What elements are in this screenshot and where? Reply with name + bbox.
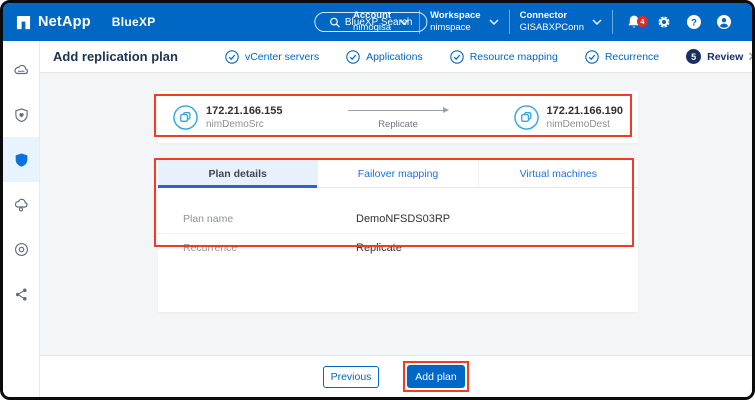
search-icon: [329, 17, 340, 28]
extensions-icon: [14, 287, 29, 302]
user-icon: [716, 14, 732, 30]
help-icon: ?: [686, 14, 702, 30]
wizard-header: Add replication plan vCenter servers App…: [40, 41, 752, 73]
gear-icon: [656, 14, 672, 30]
app-window: NetApp BlueXP BlueXP Search Account nimo…: [0, 0, 755, 400]
destination-name: nimDemoDest: [547, 119, 623, 130]
mobility-icon: [13, 197, 29, 213]
search-label: BlueXP Search: [345, 17, 413, 28]
plan-details-rows: Plan name DemoNFSDS03RP Recurrence Repli…: [158, 204, 638, 262]
governance-icon: [14, 242, 29, 257]
svg-text:?: ?: [691, 17, 697, 28]
add-plan-button[interactable]: Add plan: [407, 365, 465, 388]
check-circle-icon: [346, 50, 360, 64]
tab-virtual-machines[interactable]: Virtual machines: [479, 160, 638, 187]
health-icon: [14, 107, 29, 123]
annotation-box-add-plan: Add plan: [403, 361, 469, 392]
brand: NetApp BlueXP: [16, 14, 156, 30]
step-vcenter-servers[interactable]: vCenter servers: [225, 50, 319, 64]
left-sidebar: [3, 41, 40, 397]
tab-failover-mapping[interactable]: Failover mapping: [318, 160, 478, 187]
step-review[interactable]: 5 Review: [686, 49, 743, 64]
user-button[interactable]: [709, 14, 739, 30]
source-node: 172.21.166.155 nimDemoSrc: [173, 105, 282, 130]
replicate-arrow: Replicate: [282, 104, 513, 130]
recurrence-value: Replicate: [356, 242, 402, 254]
sidebar-item-governance[interactable]: [3, 227, 39, 272]
step-resource-mapping[interactable]: Resource mapping: [450, 50, 558, 64]
notification-badge: 4: [637, 16, 648, 27]
notifications-button[interactable]: 4: [619, 14, 649, 30]
recurrence-label: Recurrence: [183, 242, 356, 254]
tab-plan-details[interactable]: Plan details: [158, 160, 318, 187]
workspace-menu[interactable]: Workspace nimspace: [420, 10, 509, 34]
source-ip: 172.21.166.155: [206, 105, 282, 117]
sidebar-item-extensions[interactable]: [3, 272, 39, 317]
divider: [612, 10, 613, 34]
connector-menu[interactable]: Connector GISABXPConn: [510, 10, 612, 34]
help-button[interactable]: ?: [679, 14, 709, 30]
close-icon[interactable]: ✕: [743, 47, 755, 67]
check-circle-icon: [585, 50, 599, 64]
plan-name-value: DemoNFSDS03RP: [356, 213, 450, 225]
protection-shield-icon: [14, 152, 29, 168]
netapp-logo-icon: [16, 15, 31, 30]
sidebar-item-protection[interactable]: [3, 137, 39, 182]
recurrence-row: Recurrence Replicate: [158, 233, 628, 262]
sidebar-item-mobility[interactable]: [3, 182, 39, 227]
check-circle-icon: [225, 50, 239, 64]
settings-button[interactable]: [649, 14, 679, 30]
plan-name-label: Plan name: [183, 213, 356, 225]
brand-name: NetApp: [38, 14, 91, 30]
chevron-down-icon: [489, 19, 499, 25]
destination-node: 172.21.166.190 nimDemoDest: [514, 105, 623, 130]
arrow-icon: [348, 110, 448, 111]
step-applications[interactable]: Applications: [346, 50, 423, 64]
vcenter-icon: [173, 105, 198, 130]
destination-ip: 172.21.166.190: [547, 105, 623, 117]
review-tabs: Plan details Failover mapping Virtual ma…: [158, 160, 638, 188]
product-name: BlueXP: [112, 15, 156, 29]
review-panel: Plan details Failover mapping Virtual ma…: [158, 160, 638, 312]
wizard-steps: vCenter servers Applications Resource ma…: [225, 49, 743, 64]
vcenter-icon: [514, 105, 539, 130]
step-number-badge: 5: [686, 49, 701, 64]
step-recurrence[interactable]: Recurrence: [585, 50, 659, 64]
plan-name-row: Plan name DemoNFSDS03RP: [158, 204, 628, 233]
sidebar-item-health[interactable]: [3, 92, 39, 137]
replication-diagram: 172.21.166.155 nimDemoSrc Replicate 172.…: [158, 91, 638, 143]
page-title: Add replication plan: [53, 49, 178, 64]
previous-button[interactable]: Previous: [323, 366, 379, 388]
wizard-footer: Previous Add plan: [40, 355, 752, 397]
canvas-icon: [13, 62, 29, 78]
chevron-down-icon: [592, 19, 602, 25]
top-header: NetApp BlueXP BlueXP Search Account nimo…: [3, 3, 752, 41]
arrow-label: Replicate: [378, 119, 418, 130]
search-input[interactable]: BlueXP Search: [314, 12, 428, 32]
sidebar-item-canvas[interactable]: [3, 47, 39, 92]
source-name: nimDemoSrc: [206, 119, 282, 130]
check-circle-icon: [450, 50, 464, 64]
